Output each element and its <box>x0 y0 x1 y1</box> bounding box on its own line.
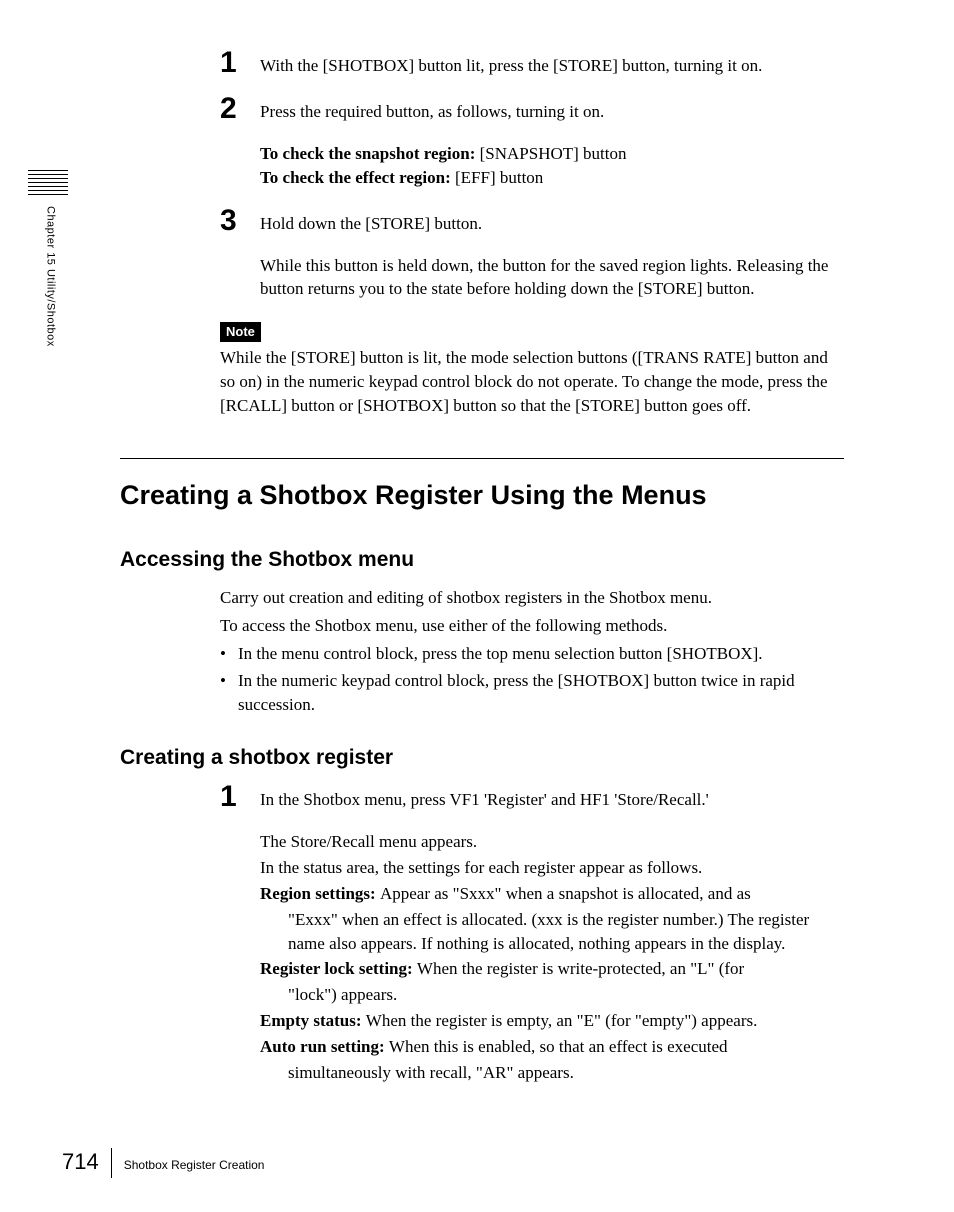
step-1: 1 With the [SHOTBOX] button lit, press t… <box>220 50 844 78</box>
check-label: To check the snapshot region: <box>260 144 480 163</box>
step-text: In the Shotbox menu, press VF1 'Register… <box>260 784 844 812</box>
definition-register-lock: Register lock setting: When the register… <box>260 957 844 981</box>
chapter-label: Chapter 15 Utility/Shotbox <box>42 206 57 347</box>
def-continuation: "Exxx" when an effect is allocated. (xxx… <box>288 908 844 956</box>
heading-2-creating: Creating a shotbox register <box>120 743 844 772</box>
step-number: 1 <box>220 48 260 78</box>
page-content: 1 With the [SHOTBOX] button lit, press t… <box>0 0 954 1126</box>
check-label: To check the effect region: <box>260 168 455 187</box>
bullet-item: • In the numeric keypad control block, p… <box>220 669 844 717</box>
footer-divider <box>111 1148 112 1178</box>
step-text: Hold down the [STORE] button. <box>260 208 844 236</box>
def-text: When this is enabled, so that an effect … <box>389 1037 728 1056</box>
check-line: To check the effect region: [EFF] button <box>260 166 844 190</box>
heading-2-accessing: Accessing the Shotbox menu <box>120 545 844 574</box>
definition-region-settings: Region settings: Appear as "Sxxx" when a… <box>260 882 844 906</box>
bullet-item: • In the menu control block, press the t… <box>220 642 844 666</box>
paragraph: Carry out creation and editing of shotbo… <box>220 586 844 610</box>
note-text: While the [STORE] button is lit, the mod… <box>220 346 844 417</box>
side-tab: Chapter 15 Utility/Shotbox <box>28 170 68 347</box>
def-label: Empty status: <box>260 1011 366 1030</box>
page-footer: 714 Shotbox Register Creation <box>62 1147 264 1178</box>
paragraph: In the status area, the settings for eac… <box>260 856 844 880</box>
def-text: When the register is empty, an "E" (for … <box>366 1011 758 1030</box>
def-continuation: simultaneously with recall, "AR" appears… <box>288 1061 844 1085</box>
definition-empty-status: Empty status: When the register is empty… <box>260 1009 844 1033</box>
check-value: [SNAPSHOT] button <box>480 144 627 163</box>
check-value: [EFF] button <box>455 168 543 187</box>
step-3: 3 Hold down the [STORE] button. <box>220 208 844 236</box>
step-3-after: While this button is held down, the butt… <box>260 254 844 302</box>
definition-auto-run: Auto run setting: When this is enabled, … <box>260 1035 844 1059</box>
check-line: To check the snapshot region: [SNAPSHOT]… <box>260 142 844 166</box>
step-number: 2 <box>220 94 260 124</box>
section2-step-1: 1 In the Shotbox menu, press VF1 'Regist… <box>220 784 844 812</box>
bullet-text: In the menu control block, press the top… <box>238 644 763 663</box>
tab-lines-icon <box>28 170 68 198</box>
def-text: When the register is write-protected, an… <box>417 959 744 978</box>
paragraph: The Store/Recall menu appears. <box>260 830 844 854</box>
page-number: 714 <box>62 1147 111 1178</box>
def-text: Appear as "Sxxx" when a snapshot is allo… <box>380 884 751 903</box>
def-continuation: "lock") appears. <box>288 983 844 1007</box>
note-block: Note While the [STORE] button is lit, th… <box>220 319 844 418</box>
note-label: Note <box>220 322 261 342</box>
footer-title: Shotbox Register Creation <box>124 1151 265 1174</box>
step-text: Press the required button, as follows, t… <box>260 96 844 124</box>
def-label: Register lock setting: <box>260 959 417 978</box>
def-label: Region settings: <box>260 884 380 903</box>
step-number: 3 <box>220 206 260 236</box>
step-2: 2 Press the required button, as follows,… <box>220 96 844 124</box>
step-text: With the [SHOTBOX] button lit, press the… <box>260 50 844 78</box>
def-label: Auto run setting: <box>260 1037 389 1056</box>
bullet-text: In the numeric keypad control block, pre… <box>238 671 795 714</box>
check-region-block: To check the snapshot region: [SNAPSHOT]… <box>260 142 844 190</box>
step-number: 1 <box>220 782 260 812</box>
heading-1: Creating a Shotbox Register Using the Me… <box>120 458 844 515</box>
paragraph: To access the Shotbox menu, use either o… <box>220 614 844 638</box>
